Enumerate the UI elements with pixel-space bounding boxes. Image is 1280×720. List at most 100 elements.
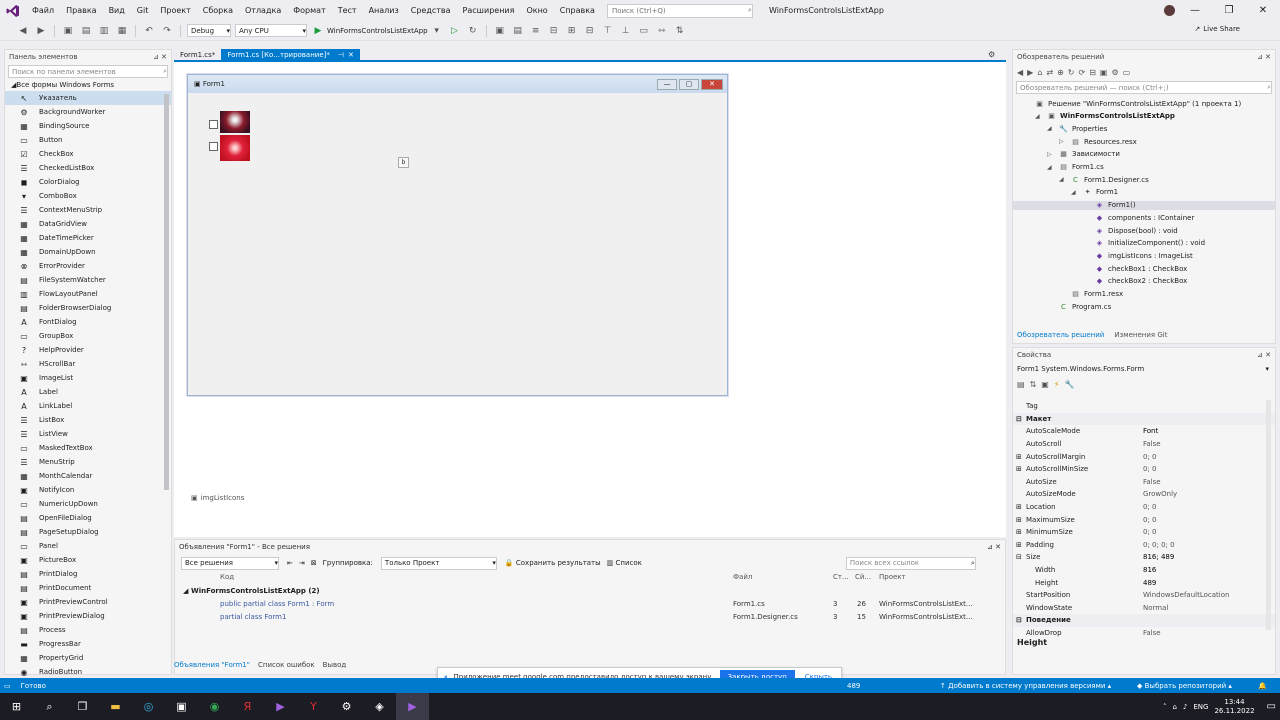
- redo-icon[interactable]: ↷: [160, 24, 174, 38]
- toolbox-item[interactable]: ▭ Panel: [5, 539, 171, 553]
- toolbox-item[interactable]: ▣ PrintPreviewControl: [5, 595, 171, 609]
- property-value[interactable]: 0; 0: [1143, 516, 1157, 524]
- notifications-icon[interactable]: 🔔: [1258, 682, 1267, 690]
- toolbox-item[interactable]: A Label: [5, 385, 171, 399]
- start-without-debug-icon[interactable]: ▷: [448, 24, 462, 38]
- property-row[interactable]: ⊟ Size 816; 489: [1013, 551, 1275, 564]
- menu-item[interactable]: Формат: [287, 0, 331, 21]
- property-value[interactable]: 0; 0: [1143, 503, 1157, 511]
- property-pages-icon[interactable]: 🔧: [1064, 380, 1074, 389]
- settings-icon[interactable]: ⚙: [1111, 68, 1118, 77]
- align-top-icon[interactable]: ⊤: [601, 24, 615, 38]
- events-icon[interactable]: ⚡: [1054, 380, 1060, 389]
- toolbox-item[interactable]: ◉ RadioButton: [5, 665, 171, 679]
- table-row[interactable]: public partial class Form1 : Form Form1.…: [175, 600, 1005, 612]
- menu-item[interactable]: Справка: [554, 0, 601, 21]
- chrome-icon[interactable]: ◉: [198, 693, 231, 720]
- tree-node[interactable]: ◆ checkBox1 : CheckBox: [1083, 264, 1188, 273]
- property-row[interactable]: WindowState Normal: [1013, 602, 1275, 615]
- toolbox-item[interactable]: ▭ GroupBox: [5, 329, 171, 343]
- expand-icon[interactable]: ▷: [1059, 138, 1071, 145]
- toolbox-item[interactable]: ▤ PrintDialog: [5, 567, 171, 581]
- toolbox-item[interactable]: ▤ OpenFileDialog: [5, 511, 171, 525]
- tree-node[interactable]: ◢ ▣ WinFormsControlsListExtApp: [1035, 112, 1175, 121]
- yandex-icon[interactable]: Я: [231, 693, 264, 720]
- toolbox-search-input[interactable]: Поиск по панели элементов ⌕: [8, 65, 168, 78]
- menu-item[interactable]: Файл: [26, 0, 60, 21]
- tab-solution-explorer[interactable]: Обозреватель решений: [1017, 331, 1104, 339]
- search-input[interactable]: Поиск (Ctrl+Q) ⌕: [606, 3, 753, 18]
- tree-node[interactable]: ◢ 🔧 Properties: [1047, 124, 1107, 133]
- add-to-source-control-button[interactable]: ↑ Добавить в систему управления версиями…: [940, 682, 1111, 690]
- toolbox-item[interactable]: ☑ CheckBox: [5, 147, 171, 161]
- toolbox-item[interactable]: A LinkLabel: [5, 399, 171, 413]
- comment-icon[interactable]: ≡: [529, 24, 543, 38]
- platform-select[interactable]: Any CPU ▾: [235, 24, 307, 37]
- expand-icon[interactable]: ⊟: [1016, 616, 1022, 624]
- close-icon[interactable]: ✕: [1265, 53, 1271, 61]
- save-icon[interactable]: ▥: [97, 24, 111, 38]
- property-row[interactable]: ⊞ Padding 0; 0; 0; 0: [1013, 539, 1275, 552]
- menu-item[interactable]: Отладка: [239, 0, 287, 21]
- file-explorer-icon[interactable]: ▬: [99, 693, 132, 720]
- toolbox-item[interactable]: ▤ PrintDocument: [5, 581, 171, 595]
- menu-item[interactable]: Проект: [154, 0, 196, 21]
- prev-result-icon[interactable]: ⇤: [287, 559, 293, 567]
- toolbox-item[interactable]: ▾ ComboBox: [5, 189, 171, 203]
- order-icon[interactable]: ⇅: [673, 24, 687, 38]
- expand-icon[interactable]: ⊞: [1016, 453, 1022, 461]
- property-row[interactable]: ⊞ AutoScrollMargin 0; 0: [1013, 450, 1275, 463]
- property-row[interactable]: ⊞ MaximumSize 0; 0: [1013, 513, 1275, 526]
- spacing-icon[interactable]: ⇿: [655, 24, 669, 38]
- object-select[interactable]: Form1 System.Windows.Forms.Form ▾: [1013, 362, 1275, 376]
- toolbox-item[interactable]: ☰ MenuStrip: [5, 455, 171, 469]
- property-row[interactable]: ⊞ AutoScrollMinSize 0; 0: [1013, 463, 1275, 476]
- categorized-icon[interactable]: ▤: [1017, 380, 1025, 389]
- toolbox-icon[interactable]: ▣: [493, 24, 507, 38]
- toolbox-item[interactable]: ▤ PageSetupDialog: [5, 525, 171, 539]
- toolbox-item[interactable]: ▬ ProgressBar: [5, 637, 171, 651]
- home-icon[interactable]: ⌂: [1037, 68, 1042, 77]
- expand-icon[interactable]: ◢: [1047, 164, 1059, 171]
- select-repository-button[interactable]: ◆ Выбрать репозиторий ▴: [1137, 682, 1232, 690]
- property-row[interactable]: AutoScroll False: [1013, 438, 1275, 451]
- align-right-icon[interactable]: ⊟: [583, 24, 597, 38]
- back-icon[interactable]: ◀: [16, 24, 30, 38]
- action-center-icon[interactable]: ▭: [1267, 701, 1276, 712]
- property-row[interactable]: ⊟ Макет: [1013, 412, 1275, 426]
- toolbox-item[interactable]: ▣ ImageList: [5, 371, 171, 385]
- volume-icon[interactable]: ♪: [1183, 703, 1187, 711]
- expand-icon[interactable]: ⊟: [1016, 553, 1022, 561]
- avatar[interactable]: [1164, 5, 1175, 16]
- property-row[interactable]: ⊟ Поведение: [1013, 614, 1275, 627]
- windows-start-icon[interactable]: ⊞: [0, 693, 33, 720]
- toolbox-item[interactable]: ▦ DomainUpDown: [5, 245, 171, 259]
- property-row[interactable]: ⊞ Location 0; 0: [1013, 501, 1275, 514]
- toolbox-group[interactable]: ◢ Все формы Windows Forms: [5, 79, 171, 91]
- group-select[interactable]: Только Проект ▾: [380, 556, 497, 570]
- smart-tag-glyph[interactable]: b: [398, 157, 409, 168]
- tree-node[interactable]: ◈ Form1(): [1013, 200, 1275, 210]
- toolbox-item[interactable]: ☰ ListView: [5, 427, 171, 441]
- maximize-button[interactable]: ❐: [1212, 5, 1246, 16]
- property-value[interactable]: 0; 0; 0; 0: [1143, 541, 1175, 549]
- run-button[interactable]: WinFormsControlsListExtApp: [327, 27, 428, 35]
- hot-reload-icon[interactable]: ↻: [466, 24, 480, 38]
- refresh-icon[interactable]: ⟳: [1079, 68, 1086, 77]
- expand-icon[interactable]: ◢: [1071, 189, 1083, 196]
- toolbox-item[interactable]: ▤ FileSystemWatcher: [5, 273, 171, 287]
- property-value[interactable]: 816: [1143, 566, 1156, 574]
- live-share-button[interactable]: ↗ Live Share: [1194, 25, 1240, 33]
- pin-icon[interactable]: ⊿: [153, 53, 159, 61]
- visual-studio-icon[interactable]: ▶: [264, 693, 297, 720]
- toolbox-item[interactable]: ☰ ListBox: [5, 413, 171, 427]
- column-line[interactable]: Ст...: [833, 573, 849, 581]
- tab-form1-cs[interactable]: Form1.cs*: [174, 49, 221, 61]
- github-desktop-icon[interactable]: ⚙: [330, 693, 363, 720]
- property-row[interactable]: AllowDrop False: [1013, 627, 1275, 640]
- references-search-input[interactable]: Поиск всех ссылок ⌕: [845, 556, 976, 570]
- save-all-icon[interactable]: ▦: [115, 24, 129, 38]
- menu-item[interactable]: Средства: [405, 0, 457, 21]
- tab-git-changes[interactable]: Изменения Git: [1114, 331, 1167, 339]
- bookmark-icon[interactable]: ▤: [511, 24, 525, 38]
